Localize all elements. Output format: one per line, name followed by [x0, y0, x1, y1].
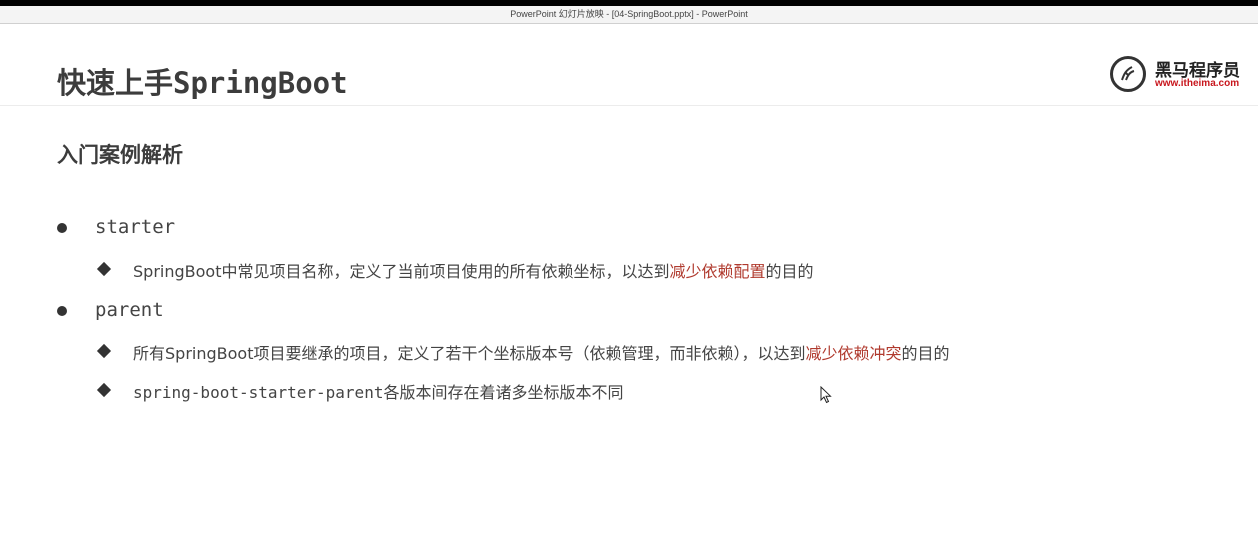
highlight-text: 减少依赖配置: [669, 262, 766, 281]
desc-text: SpringBoot中常见项目名称，定义了当前项目使用的所有依赖坐标，以达到: [133, 262, 670, 281]
highlight-text: 减少依赖冲突: [805, 344, 902, 363]
title-divider: [0, 105, 1258, 106]
diamond-bullet-icon: [96, 261, 112, 277]
bullet-dot-icon: [57, 223, 67, 233]
desc-text: 所有SpringBoot项目要继承的项目，定义了若干个坐标版本号（依赖管理，而非…: [133, 344, 806, 363]
bullet-parent: parent: [95, 299, 164, 321]
logo-url: www.itheima.com: [1155, 78, 1240, 89]
mouse-cursor-icon: [820, 385, 832, 408]
diamond-bullet-icon: [96, 343, 112, 359]
desc-text-end: 的目的: [901, 344, 950, 363]
window-titlebar: PowerPoint 幻灯片放映 - [04-SpringBoot.pptx] …: [0, 6, 1258, 24]
slide[interactable]: 快速上手SpringBoot 黑马程序员 www.itheima.com 入门案…: [0, 24, 1258, 557]
bullet-starter: starter: [95, 216, 176, 238]
desc-text-end: 的目的: [765, 262, 814, 281]
window-title: PowerPoint 幻灯片放映 - [04-SpringBoot.pptx] …: [510, 9, 748, 19]
starter-description: SpringBoot中常见项目名称，定义了当前项目使用的所有依赖坐标，以达到减少…: [133, 258, 814, 282]
section-subtitle: 入门案例解析: [57, 143, 183, 167]
parent-description: 所有SpringBoot项目要继承的项目，定义了若干个坐标版本号（依赖管理，而非…: [133, 340, 950, 364]
horse-logo-icon: [1110, 56, 1146, 92]
diamond-bullet-icon: [96, 382, 112, 398]
artifact-name: spring-boot-starter-parent: [133, 383, 384, 402]
desc-text: 各版本间存在着诸多坐标版本不同: [383, 383, 624, 402]
brand-logo: 黑马程序员 www.itheima.com: [1110, 54, 1250, 98]
parent-version-note: spring-boot-starter-parent各版本间存在着诸多坐标版本不…: [133, 379, 623, 403]
bullet-dot-icon: [57, 306, 67, 316]
slide-title: 快速上手SpringBoot: [57, 66, 348, 100]
